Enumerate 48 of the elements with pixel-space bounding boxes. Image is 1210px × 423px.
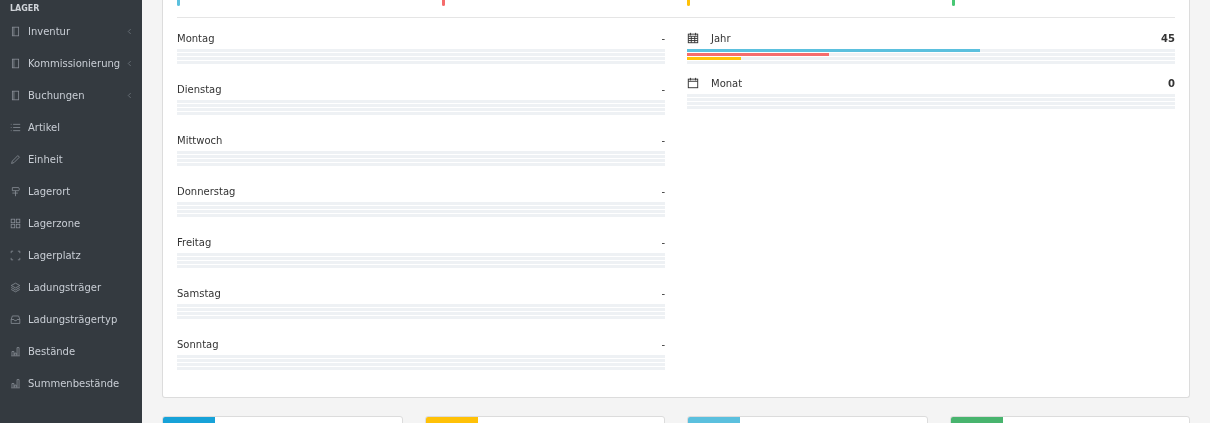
sidebar-item[interactable]: Lagerzone	[0, 207, 142, 239]
layers-icon	[10, 281, 21, 293]
weekday-label: Sonntag	[177, 338, 219, 350]
book-icon	[10, 57, 21, 69]
weekday-label: Dienstag	[177, 83, 222, 95]
chevron-icon	[127, 59, 132, 67]
sidebar-item[interactable]: Lagerplatz	[0, 239, 142, 271]
weekday-label: Samstag	[177, 287, 221, 299]
sidebar-item[interactable]: Ladungsträger	[0, 271, 142, 303]
sidebar-item[interactable]: Lagerort	[0, 175, 142, 207]
weekday-value: -	[661, 185, 665, 197]
weekday-value: -	[661, 236, 665, 248]
period-label: Jahr	[711, 32, 731, 44]
period-value: 0	[1168, 77, 1175, 89]
sidebar-item[interactable]: Buchungen	[0, 79, 142, 111]
calendar-icon	[687, 32, 699, 44]
frame-icon	[10, 249, 21, 261]
weekday-value: -	[661, 134, 665, 146]
sidebar-item[interactable]: Summenbestände	[0, 367, 142, 399]
period-label: Monat	[711, 77, 743, 89]
sidebar-item[interactable]: Bestände	[0, 335, 142, 367]
weekday-value: -	[661, 287, 665, 299]
sidebar-item[interactable]: Inventur	[0, 15, 142, 47]
section-heading: LAGER	[9, 3, 41, 15]
inbox-icon	[10, 313, 21, 325]
weekday-value: -	[661, 338, 665, 350]
sidebar-item[interactable]: Einheit	[0, 143, 142, 175]
sidebar-item[interactable]: Ladungsträgertyp	[0, 303, 142, 335]
calendar-icon	[687, 77, 699, 89]
book-icon	[10, 25, 21, 37]
sidebar-item[interactable]: Artikel	[0, 111, 142, 143]
grid-icon	[10, 217, 21, 229]
weekday-label: Mittwoch	[177, 134, 223, 146]
weekday-label: Montag	[177, 32, 215, 44]
pencil-icon	[10, 153, 21, 165]
list-icon	[10, 121, 21, 133]
sidebar-item[interactable]: Kommissionierung	[0, 47, 142, 79]
weekday-value: -	[661, 32, 665, 44]
chart-icon	[10, 345, 21, 357]
weekday-value: -	[661, 83, 665, 95]
chevron-icon	[127, 27, 132, 35]
period-value: 45	[1161, 32, 1175, 44]
chevron-icon	[127, 91, 132, 99]
sign-icon	[10, 185, 21, 197]
chart-icon	[10, 377, 21, 389]
weekday-label: Freitag	[177, 236, 212, 248]
book-icon	[10, 89, 21, 101]
weekday-label: Donnerstag	[177, 185, 236, 197]
